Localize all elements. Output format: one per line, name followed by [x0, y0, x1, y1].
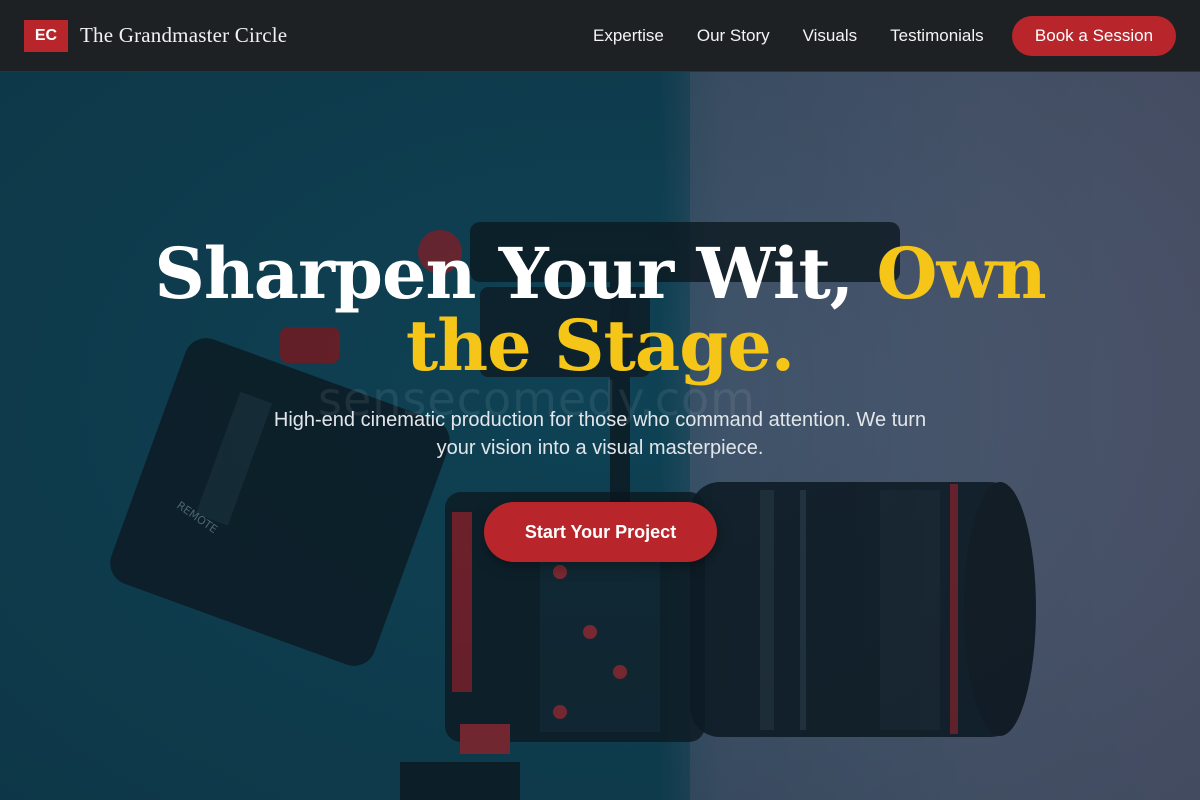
brand-name[interactable]: The Grandmaster Circle [80, 23, 287, 48]
nav-link-expertise[interactable]: Expertise [593, 26, 664, 46]
nav-link-our-story[interactable]: Our Story [697, 26, 770, 46]
hero-section: REMOTE sensecomedy.com Sharpen Your Wit,… [0, 72, 1200, 800]
hero-headline: Sharpen Your Wit, Own the Stage. [100, 238, 1100, 382]
nav-link-visuals[interactable]: Visuals [803, 26, 858, 46]
nav-links: Expertise Our Story Visuals Testimonials [593, 0, 984, 72]
start-project-button[interactable]: Start Your Project [484, 502, 717, 562]
headline-main: Sharpen Your Wit, [154, 232, 877, 315]
hero-subtitle: High-end cinematic production for those … [273, 409, 927, 459]
nav-link-testimonials[interactable]: Testimonials [890, 26, 984, 46]
book-session-button[interactable]: Book a Session [1012, 16, 1176, 56]
logo-badge[interactable]: EC [24, 19, 68, 52]
top-navbar: EC The Grandmaster Circle Expertise Our … [0, 0, 1200, 72]
